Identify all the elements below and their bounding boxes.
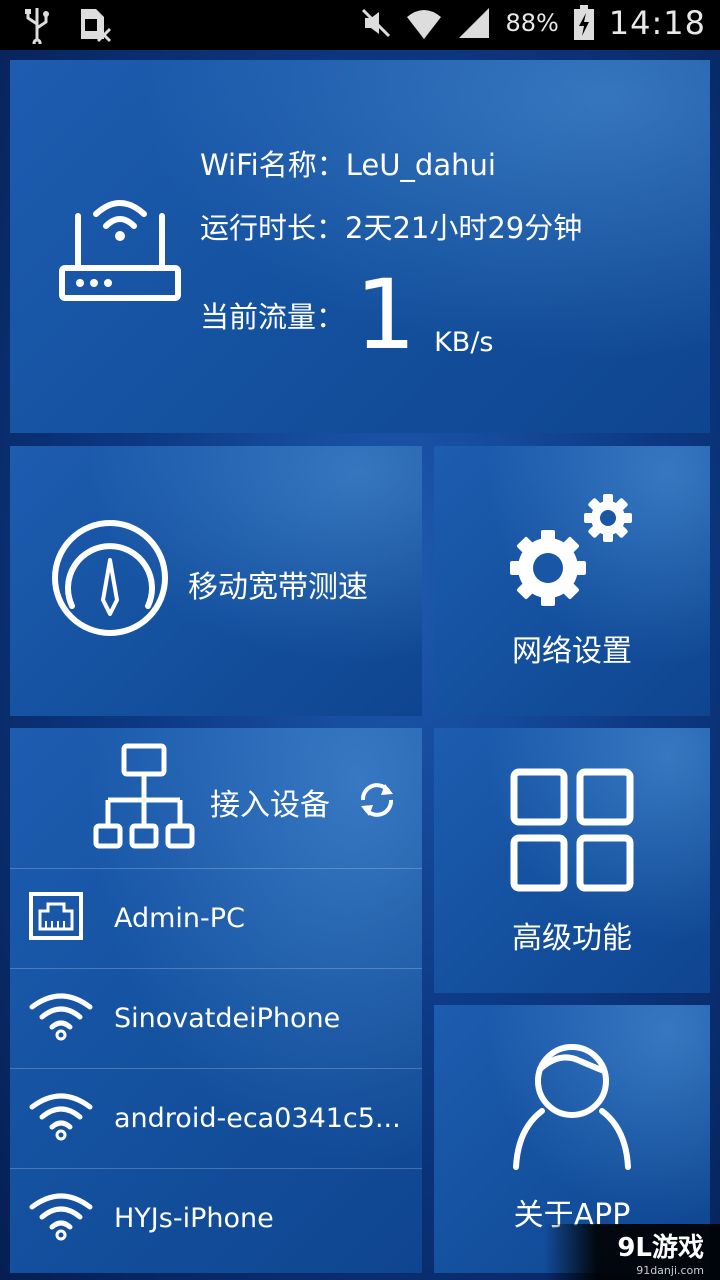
list-item[interactable]: HYJs-iPhone [10,1168,422,1268]
network-topology-icon [93,743,195,849]
wifi-info-card[interactable]: WiFi名称：LeU_dahui 运行时长：2天21小时29分钟 当前流量： 1… [10,60,710,433]
list-item[interactable]: Admin-PC [10,868,422,968]
mute-icon [362,8,391,38]
device-name: SinovatdeiPhone [114,1003,341,1034]
battery-percent: 88% [505,9,559,37]
current-traffic: 当前流量： 1 KB/s [200,259,494,371]
clock: 14:18 [608,4,706,42]
wifi-icon [29,993,93,1041]
speedometer-icon [52,520,168,636]
network-settings-tile[interactable]: 网络设置 [434,446,710,716]
wifi-icon [29,1193,93,1241]
list-item[interactable]: SinovatdeiPhone [10,968,422,1068]
ethernet-port-icon [29,892,83,940]
gears-icon [510,494,632,606]
device-list: Admin-PC SinovatdeiPhone android-eca0341… [10,868,422,1268]
network-settings-label: 网络设置 [512,634,632,669]
refresh-icon[interactable] [355,778,399,822]
speed-test-tile[interactable]: 移动宽带测速 [10,446,422,716]
cell-signal-icon [459,8,490,38]
traffic-unit: KB/s [434,327,494,358]
wifi-icon [29,1093,93,1141]
user-icon [513,1044,631,1170]
status-bar: 88% 14:18 [0,0,720,50]
advanced-features-label: 高级功能 [512,921,632,956]
wifi-ssid: WiFi名称：LeU_dahui [200,148,496,182]
traffic-value: 1 [355,259,417,371]
usb-icon [25,8,49,44]
watermark-domain: 91danji.com [636,1264,704,1277]
wifi-signal-icon [407,10,442,39]
connected-devices-title: 接入设备 [210,788,330,823]
advanced-features-tile[interactable]: 高级功能 [434,728,710,993]
uptime: 运行时长：2天21小时29分钟 [200,211,583,245]
battery-charging-icon [573,5,594,40]
device-name: HYJs-iPhone [114,1203,274,1234]
watermark: 9L游戏 91danji.com [544,1224,720,1280]
grid-icon [510,768,634,892]
device-name: android-eca0341c5... [114,1103,401,1134]
connected-devices-tile[interactable]: 接入设备 Admin-PC SinovatdeiPhone android-ec… [10,728,422,1273]
speed-test-label: 移动宽带测速 [188,570,368,605]
device-name: Admin-PC [114,903,245,934]
router-icon [59,200,181,301]
watermark-logo: 9L游戏 [617,1233,704,1263]
sim-missing-icon [81,9,112,43]
list-item[interactable]: android-eca0341c5... [10,1068,422,1168]
traffic-label: 当前流量： [200,300,346,334]
